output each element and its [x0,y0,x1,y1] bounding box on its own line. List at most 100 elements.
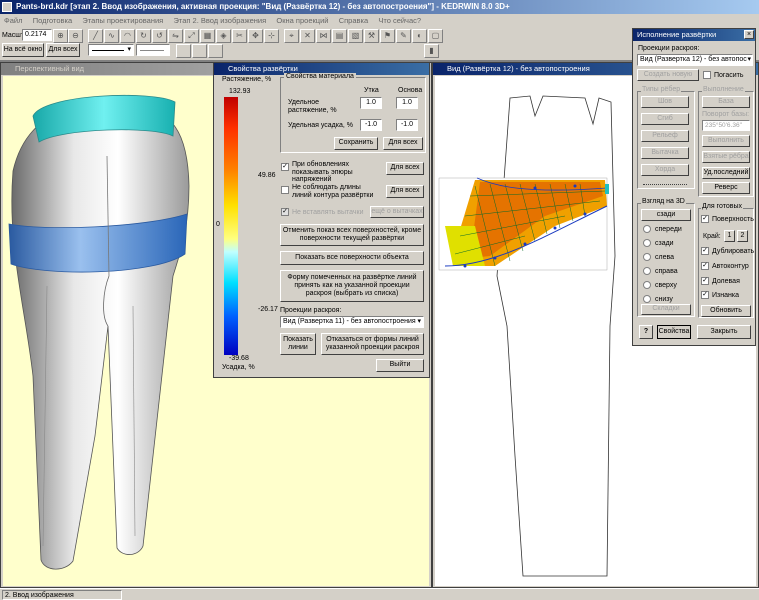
view-right-label: справа [655,268,678,275]
mirror-tool-icon[interactable]: ⇋ [168,29,183,43]
properties-button[interactable]: Свойства [657,325,691,339]
color-tool-icon[interactable] [176,44,191,58]
stretch-warp-input[interactable]: 1.0 [396,97,418,109]
ignore-lengths-checkbox[interactable] [281,186,289,194]
more-darts-button[interactable]: ещё о вытачках [370,206,424,218]
accept-form-button[interactable]: Форму помеченных на развёртке линий прин… [280,270,424,302]
frame-tool-icon[interactable]: ▢ [428,29,443,43]
rib-slider[interactable] [643,181,687,185]
arc-tool-icon[interactable]: ◠ [120,29,135,43]
scale-input[interactable]: 0.2174 [22,29,52,41]
menu-bar: Файл Подготовка Этапы проектирования Эта… [0,14,759,27]
view-front-radio[interactable] [643,225,651,233]
relief-button[interactable]: Рельеф [641,130,689,142]
reverse-button[interactable]: Реверс [702,182,750,194]
snap-tool-icon[interactable]: ⌖ [284,29,299,43]
view-right-radio[interactable] [643,267,651,275]
show-all-surfaces-button[interactable]: Показать все поверхности объекта [280,251,424,265]
for-all-stress-button[interactable]: Для всех [386,162,424,175]
folds-button[interactable]: Складки [641,304,691,315]
grid-tool-icon[interactable]: ▦ [200,29,215,43]
join-tool-icon[interactable]: ⋈ [316,29,331,43]
base-button[interactable]: База [702,96,750,108]
inside-checkbox[interactable]: ✓ [701,291,709,299]
stretch-weft-input[interactable]: 1.0 [360,97,382,109]
curve-tool-icon[interactable]: ∿ [104,29,119,43]
pattern-tool-icon[interactable]: ▧ [348,29,363,43]
reject-form-button[interactable]: Отказаться от формы линий указанной прое… [321,333,424,355]
line-tool-icon[interactable]: ╱ [88,29,103,43]
palette-tool-icon[interactable]: ◐ [412,29,427,43]
menu-help[interactable]: Справка [335,14,372,27]
rotate-tool-icon[interactable]: ↻ [136,29,151,43]
fit-window-button[interactable]: На всё окно [2,43,44,57]
shrink-scale-label: Усадка, % [222,364,255,371]
update-button[interactable]: Обновить [701,305,751,317]
exec-proj-select[interactable]: Вид (Развертка 12) - без автопос ▾ [637,54,753,66]
view-back-radio[interactable] [643,239,651,247]
node-tool-icon[interactable]: ◈ [216,29,231,43]
for-all-material-button[interactable]: Для всех [383,137,423,150]
pin-tool-icon[interactable]: ⚑ [380,29,395,43]
rotate-input[interactable]: 235°50'6.36" [702,120,750,131]
exit-button[interactable]: Выйти [376,359,424,372]
split-tool-icon[interactable]: ✂ [232,29,247,43]
surface-checkbox[interactable]: ✓ [701,215,709,223]
shrink-label: Удельная усадка, % [288,122,353,129]
zoom-in-icon[interactable]: ⊕ [53,29,68,43]
view-back-button[interactable]: сзади [641,209,691,221]
menu-file[interactable]: Файл [0,14,26,27]
close-icon[interactable]: × [744,30,754,39]
paint-tool-icon[interactable]: ✎ [396,29,411,43]
fold-button[interactable]: Сгиб [641,113,689,125]
line-width-select[interactable] [136,44,170,56]
menu-windows[interactable]: Окна проекций [272,14,332,27]
execute-button[interactable]: Выполнить [702,135,750,147]
seam-button[interactable]: Шов [641,96,689,108]
close-button[interactable]: Закрыть [697,325,751,339]
view-top-radio[interactable] [643,281,651,289]
view-left-radio[interactable] [643,253,651,261]
rotate-back-icon[interactable]: ↺ [152,29,167,43]
show-lines-button[interactable]: Показать линии [280,333,316,355]
shrink-warp-input[interactable]: -1.0 [396,119,418,131]
taken-ribs-button[interactable]: Взятые рёбра [702,151,750,163]
for-all-lengths-button[interactable]: Для всех [386,185,424,198]
duplicate-checkbox[interactable]: ✓ [701,247,709,255]
edge-2-button[interactable]: 2 [737,230,748,242]
cancel-show-button[interactable]: Отменить показ всех поверхностей, кроме … [280,224,424,246]
scale-min: -39.68 [229,355,249,362]
no-darts-checkbox[interactable]: ✓ [281,208,289,216]
wrench-tool-icon[interactable]: ⚒ [364,29,379,43]
fill-tool-icon[interactable]: ▤ [332,29,347,43]
view-bottom-radio[interactable] [643,295,651,303]
for-all-button[interactable]: Для всех [46,43,80,57]
proj-select[interactable]: Вид (Развертка 11) - без автопостроения … [280,316,424,328]
line-style-select[interactable]: ▾ [88,44,134,56]
measure-tool-icon[interactable]: ⊹ [264,29,279,43]
cross-tool-icon[interactable]: ✕ [300,29,315,43]
zoom-out-icon[interactable]: ⊖ [68,29,83,43]
autocontour-checkbox[interactable]: ✓ [701,262,709,270]
edge-1-button[interactable]: 1 [724,230,735,242]
delete-last-button[interactable]: Уд.последний [702,167,750,179]
layer-tool-icon[interactable] [192,44,207,58]
dart-button[interactable]: Вытачка [641,147,689,159]
extinguish-checkbox[interactable] [703,71,711,79]
menu-prepare[interactable]: Подготовка [29,14,76,27]
menu-stage2[interactable]: Этап 2. Ввод изображения [169,14,270,27]
misc-tool-icon[interactable] [208,44,223,58]
panel-toggle-icon[interactable]: ▮ [424,44,439,58]
create-new-button[interactable]: Создать новую [637,69,699,81]
weft-col-label: Утка [364,87,379,94]
move-tool-icon[interactable]: ✥ [248,29,263,43]
show-stress-checkbox[interactable]: ✓ [281,163,289,171]
save-button[interactable]: Сохранить [334,137,378,150]
chord-button[interactable]: Хорда [641,164,689,176]
help-button[interactable]: ? [639,325,653,339]
scale-tool-icon[interactable]: ⤢ [184,29,199,43]
menu-stages[interactable]: Этапы проектирования [78,14,167,27]
grain-checkbox[interactable]: ✓ [701,277,709,285]
menu-whats-now[interactable]: Что сейчас? [374,14,425,27]
shrink-weft-input[interactable]: -1.0 [360,119,382,131]
